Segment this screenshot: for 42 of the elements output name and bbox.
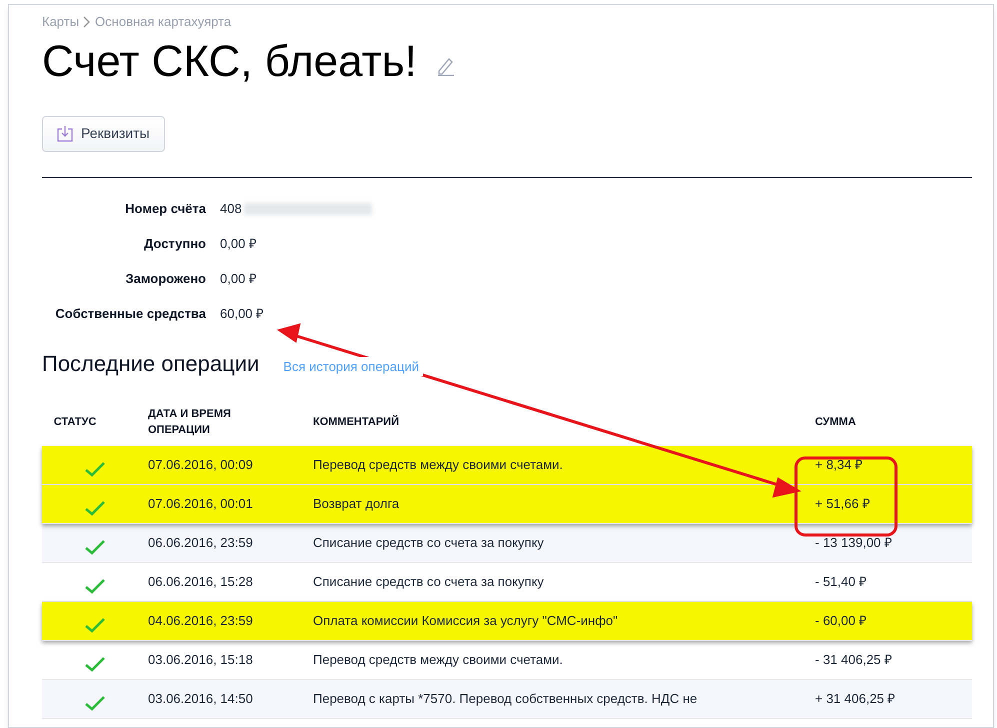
section-title: Последние операции xyxy=(42,350,260,378)
table-cell-text: Списание средств со счета за покупку xyxy=(312,572,545,591)
table-cell-text: Оплата комиссии Комиссия за услугу "СМС-инфо" xyxy=(312,612,619,630)
table-cell-text: - 13 139,00 ₽ xyxy=(814,534,894,552)
breadcrumb-link[interactable]: Основная картахуярта xyxy=(95,12,232,32)
table-cell-text: 04.06.2016, 23:59 xyxy=(147,612,254,630)
table-cell-text: - 60,00 ₽ xyxy=(814,612,868,630)
field-label: Номер счёта xyxy=(124,200,206,218)
table-cell-text: + 31 406,25 ₽ xyxy=(814,690,897,708)
field-label: Собственные средства xyxy=(54,304,206,323)
column-header: СТАТУС xyxy=(52,414,98,430)
table-cell-text: Списание средств со счета за покупку xyxy=(312,534,545,552)
field-label: Заморожено xyxy=(124,270,206,288)
field-value: 0,00 ₽ xyxy=(220,234,257,253)
table-cell-text: Перевод средств между своими счетами. xyxy=(312,456,564,474)
field-label: Доступно xyxy=(143,234,206,253)
column-header: СУММА xyxy=(814,414,857,430)
page-title: Счет СКС, блеать! xyxy=(42,40,417,84)
table-cell-text: 07.06.2016, 00:01 xyxy=(147,494,254,513)
table-cell-text: 07.06.2016, 00:09 xyxy=(147,456,254,474)
table-cell-text: + 8,34 ₽ xyxy=(814,456,864,474)
table-cell-text: Перевод средств между своими счетами. xyxy=(312,650,564,669)
table-cell-text: Перевод с карты *7570. Перевод собственных средств. НДС не xyxy=(312,690,698,708)
pencil-icon[interactable] xyxy=(436,56,455,76)
table-cell-text: - 31 406,25 ₽ xyxy=(814,650,894,669)
breadcrumb-link[interactable]: Карты xyxy=(42,12,80,32)
table-cell-text: 06.06.2016, 15:28 xyxy=(147,572,254,591)
column-header: КОММЕНТАРИЙ xyxy=(312,414,400,430)
field-value: 60,00 ₽ xyxy=(220,304,264,323)
table-cell-text: 03.06.2016, 14:50 xyxy=(147,690,254,708)
table-cell-text: - 51,40 ₽ xyxy=(814,572,868,591)
table-cell-text: + 51,66 ₽ xyxy=(814,494,872,513)
field-value: 408 xyxy=(220,200,242,218)
table-cell-text: Возврат долга xyxy=(312,494,400,513)
details-button[interactable]: Реквизиты xyxy=(42,116,165,152)
history-link[interactable]: Вся история операций xyxy=(283,356,423,376)
field-value: 0,00 ₽ xyxy=(220,270,257,288)
table-cell-text: 03.06.2016, 15:18 xyxy=(147,650,254,669)
column-header: ДАТА И ВРЕМЯ ОПЕРАЦИИ xyxy=(147,406,232,438)
download-icon xyxy=(57,125,73,142)
chevron-icon xyxy=(83,16,92,28)
table-cell-text: 06.06.2016, 23:59 xyxy=(147,534,254,552)
